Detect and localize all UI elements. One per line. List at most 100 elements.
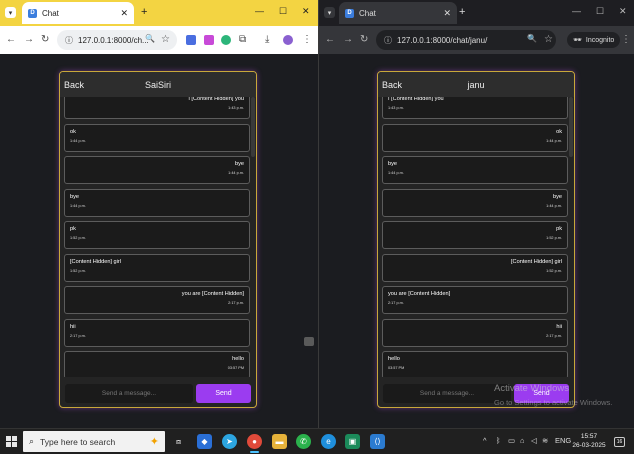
network-icon[interactable]: ⌂: [520, 436, 525, 445]
bookmark-star-icon[interactable]: ☆: [161, 34, 170, 45]
edge-icon[interactable]: e: [321, 434, 336, 449]
profile-avatar-icon[interactable]: [283, 35, 293, 45]
send-button[interactable]: Send: [196, 384, 251, 403]
message-text: I [Content Hidden] you: [188, 97, 244, 102]
minimize-icon[interactable]: —: [572, 6, 581, 16]
telegram-icon[interactable]: ➤: [222, 434, 237, 449]
notification-center-icon[interactable]: 16: [614, 437, 625, 447]
reload-icon[interactable]: ↻: [41, 34, 49, 45]
message-bubble: [Content Hidden] girl 1:52 p.m.: [64, 253, 250, 282]
wifi-icon[interactable]: ≋: [542, 436, 548, 445]
message-list[interactable]: I [Content Hidden] you 1:43 p.m. ok 1:44 p.…: [60, 97, 256, 377]
extensions-puzzle-icon[interactable]: ⧉: [239, 34, 246, 45]
tray-chevron-icon[interactable]: ^: [483, 436, 487, 445]
browser-toolbar: ← → ↻ ⓘ 127.0.0.1:8000/ch... 🔍 ☆ ⧉ ⤓ ⋮: [0, 26, 318, 54]
tab-title: Chat: [359, 8, 376, 18]
language-indicator[interactable]: ENG: [555, 436, 571, 445]
volume-icon[interactable]: ◁: [531, 436, 537, 445]
browser-window-left: ▾ D Chat ✕ + — ☐ ✕ ← → ↻ ⓘ 127.0.0.1:800…: [0, 0, 318, 428]
site-info-icon[interactable]: ⓘ: [65, 35, 73, 46]
tab-search-icon[interactable]: ▾: [5, 7, 16, 18]
close-window-icon[interactable]: ✕: [302, 6, 310, 17]
message-timestamp: 2:17 p.m.: [388, 301, 404, 305]
scrollbar[interactable]: [569, 97, 573, 157]
whatsapp-icon[interactable]: ✆: [296, 434, 311, 449]
message-list[interactable]: I [Content Hidden] you 1:43 p.m. ok 1:44 p.…: [378, 97, 574, 377]
message-bubble: ok 1:44 p.m.: [382, 123, 568, 152]
activate-windows-subtitle: Go to Settings to activate Windows.: [494, 398, 613, 407]
file-explorer-icon[interactable]: ▬: [272, 434, 287, 449]
battery-icon[interactable]: ▭: [508, 436, 515, 445]
incognito-badge[interactable]: 🕶 Incognito: [567, 32, 621, 48]
download-icon[interactable]: ⤓: [265, 34, 269, 45]
scrollbar[interactable]: [251, 97, 255, 157]
reload-icon[interactable]: ↻: [360, 34, 368, 45]
chrome-icon[interactable]: ●: [247, 434, 262, 453]
message-timestamp: 1:44 p.m.: [228, 171, 244, 175]
extension-icon[interactable]: [221, 35, 231, 45]
tab-chat[interactable]: D Chat ✕: [22, 2, 134, 24]
message-timestamp: 1:43 p.m.: [228, 106, 244, 110]
chat-panel: Back SaiSiri I [Content Hidden] you 1:43 …: [59, 71, 257, 408]
message-timestamp: 03:57 PM: [388, 366, 405, 370]
maximize-icon[interactable]: ☐: [279, 6, 287, 17]
message-timestamp: 1:44 p.m.: [70, 138, 86, 143]
maximize-icon[interactable]: ☐: [596, 6, 604, 17]
address-text: 127.0.0.1:8000/chat/janu/: [397, 35, 488, 45]
chat-panel: Back janu I [Content Hidden] you 1:43 p.m…: [377, 71, 575, 408]
message-text: ok: [556, 128, 562, 135]
more-menu-icon[interactable]: ⋮: [621, 34, 631, 45]
close-tab-icon[interactable]: ✕: [443, 8, 451, 19]
activate-windows-title: Activate Windows: [494, 383, 569, 394]
message-container: I [Content Hidden] you 1:43 p.m. ok 1:44 p.…: [64, 97, 250, 377]
address-text: 127.0.0.1:8000/ch...: [78, 35, 149, 45]
minimize-icon[interactable]: —: [255, 6, 264, 16]
message-text: bye: [552, 193, 562, 200]
extension-icon[interactable]: [204, 35, 214, 45]
taskbar-search[interactable]: ⌕ Type here to search ✦: [23, 431, 165, 452]
bluetooth-icon[interactable]: ᛒ: [496, 436, 501, 445]
zoom-icon[interactable]: 🔍: [527, 34, 537, 43]
message-text: hello: [388, 356, 400, 362]
taskbar: ⌕ Type here to search ✦ ⧈ ◆ ➤ ● ▬ ✆ e ▣ …: [0, 428, 634, 454]
task-view-icon[interactable]: ⧈: [171, 434, 186, 449]
tab-chat[interactable]: D Chat ✕: [339, 2, 457, 24]
back-arrow-icon[interactable]: ←: [6, 34, 16, 45]
more-menu-icon[interactable]: ⋮: [302, 34, 312, 45]
close-tab-icon[interactable]: ✕: [120, 8, 128, 19]
chat-header: Back janu: [378, 72, 574, 97]
message-timestamp: 1:44 p.m.: [70, 203, 86, 208]
message-text: pk: [70, 226, 76, 232]
message-input[interactable]: [383, 384, 511, 403]
overlay-widget-icon[interactable]: [304, 337, 314, 346]
zoom-icon[interactable]: 🔍: [145, 34, 155, 43]
message-input[interactable]: [65, 384, 193, 403]
forward-arrow-icon[interactable]: →: [24, 34, 34, 45]
message-text: [Content Hidden] girl: [511, 258, 562, 265]
site-info-icon[interactable]: ⓘ: [384, 35, 392, 46]
copilot-icon[interactable]: ◆: [197, 434, 212, 449]
message-text: hello: [232, 356, 244, 362]
message-composer: Send: [65, 384, 251, 403]
incognito-icon: 🕶: [573, 37, 582, 44]
back-arrow-icon[interactable]: ←: [325, 34, 335, 45]
address-bar[interactable]: ⓘ 127.0.0.1:8000/ch...: [57, 30, 177, 50]
browser-window-right: ▾ D Chat ✕ + — ☐ ✕ ← → ↻ ⓘ 127.0.0.1:800…: [318, 0, 634, 428]
bookmark-star-icon[interactable]: ☆: [544, 34, 553, 45]
message-timestamp: 1:43 p.m.: [388, 106, 404, 110]
tab-strip: ▾ D Chat ✕ + — ☐ ✕: [0, 0, 318, 26]
store-icon[interactable]: ▣: [345, 434, 360, 449]
new-tab-icon[interactable]: +: [141, 6, 147, 18]
django-favicon-icon: D: [345, 8, 354, 18]
close-window-icon[interactable]: ✕: [619, 6, 627, 17]
windows-start-icon[interactable]: [6, 436, 17, 447]
new-tab-icon[interactable]: +: [459, 6, 465, 18]
message-bubble: pk 1:52 p.m.: [64, 221, 250, 249]
chat-title: janu: [467, 80, 485, 90]
extension-icon[interactable]: [186, 35, 196, 45]
forward-arrow-icon[interactable]: →: [343, 34, 353, 45]
tab-search-icon[interactable]: ▾: [324, 7, 335, 18]
message-bubble: bye 1:44 p.m.: [382, 188, 568, 217]
system-clock[interactable]: 15:57 26-03-2025: [571, 433, 607, 450]
vscode-icon[interactable]: ⟨⟩: [370, 434, 385, 449]
